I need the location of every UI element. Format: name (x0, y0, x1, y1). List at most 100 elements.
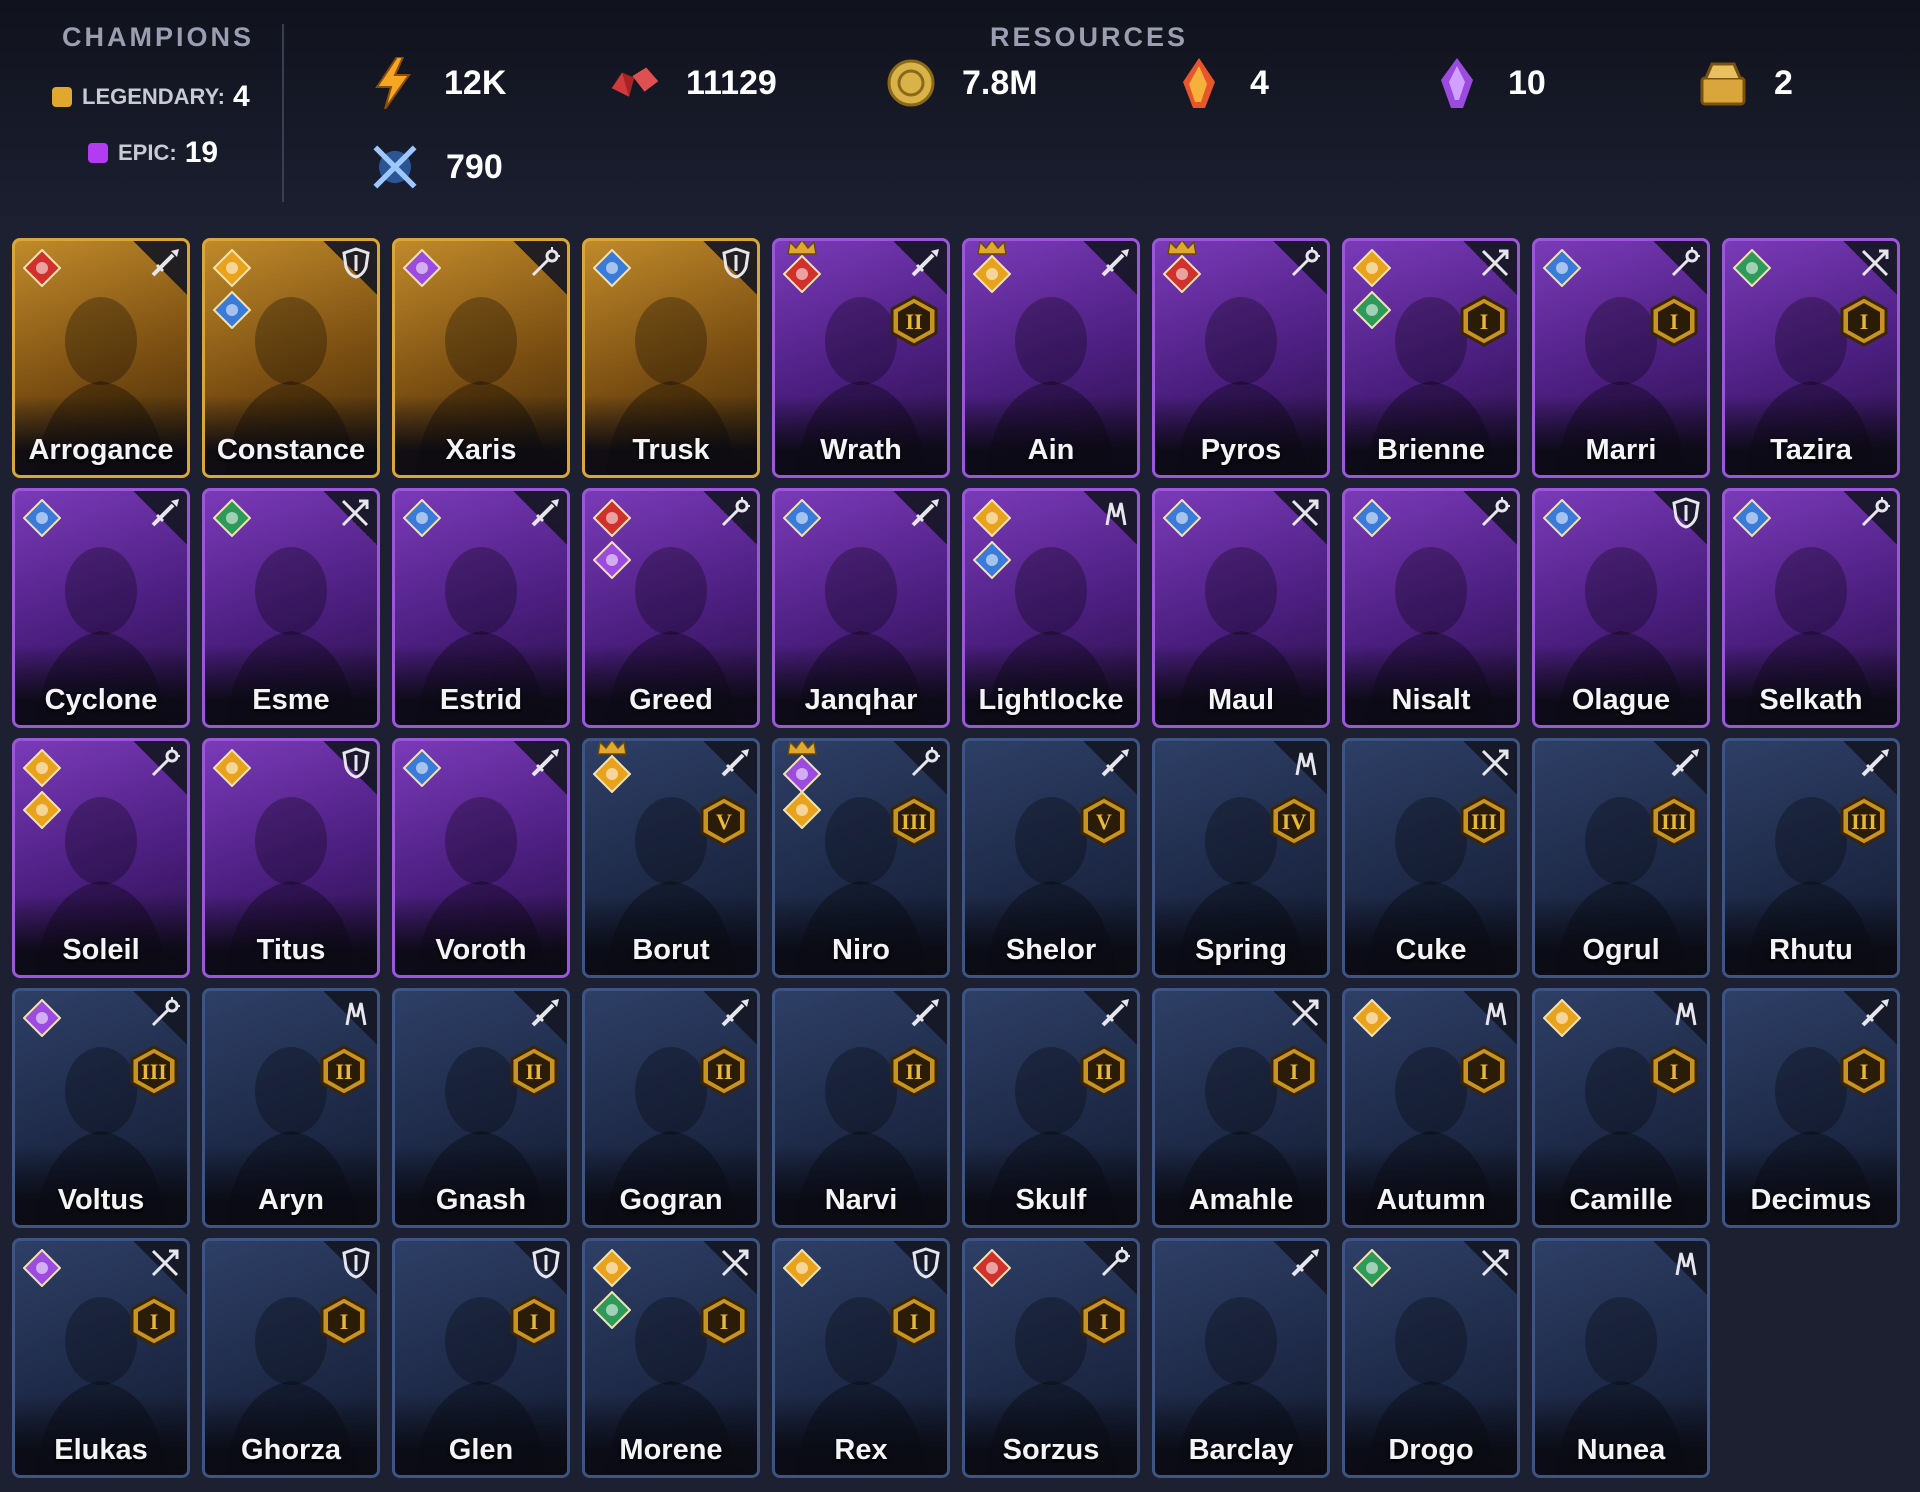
champion-card[interactable]: Trusk (582, 238, 760, 478)
champion-card[interactable]: Cyclone (12, 488, 190, 728)
epic-label: EPIC: (118, 140, 177, 165)
champion-card[interactable]: I Decimus (1722, 988, 1900, 1228)
arena-token-value: 790 (446, 147, 503, 186)
champion-card[interactable]: I Ghorza (202, 1238, 380, 1478)
champion-card[interactable]: Lightlocke (962, 488, 1140, 728)
champion-card[interactable]: Titus (202, 738, 380, 978)
champion-card[interactable]: Xaris (392, 238, 570, 478)
svg-text:I: I (1670, 1059, 1679, 1084)
champion-card[interactable]: Greed (582, 488, 760, 728)
champion-card[interactable]: III Niro (772, 738, 950, 978)
heal-role-icon (1653, 1241, 1707, 1295)
champion-card[interactable]: II Narvi (772, 988, 950, 1228)
attack-role-icon (703, 741, 757, 795)
champion-card[interactable]: III Cuke (1342, 738, 1520, 978)
champion-card[interactable]: Nunea (1532, 1238, 1710, 1478)
champion-card[interactable]: Constance (202, 238, 380, 478)
svg-text:III: III (901, 809, 927, 834)
champion-name: Autumn (1376, 1184, 1486, 1216)
champion-card[interactable]: I Rex (772, 1238, 950, 1478)
champion-name: Selkath (1759, 684, 1863, 716)
champion-name: Marri (1585, 434, 1657, 466)
ranged-role-icon (703, 1241, 757, 1295)
champion-card[interactable]: Voroth (392, 738, 570, 978)
champion-card[interactable]: III Voltus (12, 988, 190, 1228)
svg-text:I: I (720, 1309, 729, 1334)
champion-name: Borut (632, 934, 710, 966)
ranged-role-icon (1843, 241, 1897, 295)
champion-card[interactable]: V Borut (582, 738, 760, 978)
champion-card[interactable]: I Glen (392, 1238, 570, 1478)
champion-card[interactable]: II Aryn (202, 988, 380, 1228)
rank-badge-icon: I (699, 1295, 749, 1352)
magic-affinity-icon (1542, 498, 1582, 542)
champion-card[interactable]: I Brienne (1342, 238, 1520, 478)
champion-card[interactable]: I Autumn (1342, 988, 1520, 1228)
champion-card[interactable]: V Shelor (962, 738, 1140, 978)
defense-role-icon (323, 1241, 377, 1295)
magic-affinity-icon (592, 248, 632, 292)
defense-role-icon (1653, 491, 1707, 545)
champion-card[interactable]: I Tazira (1722, 238, 1900, 478)
magic-affinity-icon (22, 498, 62, 542)
champion-card[interactable]: II Wrath (772, 238, 950, 478)
svg-text:III: III (1471, 809, 1497, 834)
rank-badge-icon: II (509, 1045, 559, 1102)
svg-text:I: I (1290, 1059, 1299, 1084)
ranged-role-icon (1463, 1241, 1517, 1295)
magic-affinity-icon (782, 498, 822, 542)
champion-card[interactable]: Estrid (392, 488, 570, 728)
svg-text:II: II (905, 1059, 922, 1084)
champion-card[interactable]: Pyros (1152, 238, 1330, 478)
resource-arena-tokens: 790 (370, 142, 503, 192)
attack-role-icon (893, 241, 947, 295)
force-affinity-icon (1162, 254, 1202, 298)
champion-card[interactable]: III Ogrul (1532, 738, 1710, 978)
champion-card[interactable]: Selkath (1722, 488, 1900, 728)
champion-card[interactable]: Ain (962, 238, 1140, 478)
champion-card[interactable]: II Gogran (582, 988, 760, 1228)
support-role-icon (133, 991, 187, 1045)
champion-card[interactable]: Barclay (1152, 1238, 1330, 1478)
champion-card[interactable]: Drogo (1342, 1238, 1520, 1478)
champion-card[interactable]: II Skulf (962, 988, 1140, 1228)
magic-affinity-icon (212, 290, 252, 334)
ranged-role-icon (1463, 241, 1517, 295)
resources-title: RESOURCES (990, 22, 1189, 52)
champion-name: Camille (1569, 1184, 1673, 1216)
champion-card[interactable]: I Camille (1532, 988, 1710, 1228)
rank-badge-icon: I (1649, 1045, 1699, 1102)
champion-card[interactable]: Maul (1152, 488, 1330, 728)
champion-name: Ogrul (1582, 934, 1660, 966)
champion-card[interactable]: IV Spring (1152, 738, 1330, 978)
attack-role-icon (513, 991, 567, 1045)
magic-affinity-icon (402, 748, 442, 792)
spirit-affinity-icon (592, 754, 632, 798)
attack-role-icon (1273, 1241, 1327, 1295)
champion-card[interactable]: Janqhar (772, 488, 950, 728)
champion-card[interactable]: II Gnash (392, 988, 570, 1228)
champion-card[interactable]: Olague (1532, 488, 1710, 728)
header-bar: CHAMPIONS LEGENDARY: 4 EPIC: 19 RESOURCE… (0, 0, 1920, 222)
svg-text:I: I (150, 1309, 159, 1334)
champion-card[interactable]: Arrogance (12, 238, 190, 478)
champion-name: Tazira (1770, 434, 1852, 466)
rank-badge-icon: III (1459, 795, 1509, 852)
champion-card[interactable]: Soleil (12, 738, 190, 978)
magic-affinity-icon (1352, 498, 1392, 542)
rank-badge-icon: II (889, 1045, 939, 1102)
champion-card[interactable]: I Elukas (12, 1238, 190, 1478)
champion-card[interactable]: I Sorzus (962, 1238, 1140, 1478)
spirit-affinity-icon (212, 248, 252, 292)
champion-card[interactable]: I Marri (1532, 238, 1710, 478)
rank-badge-icon: I (1079, 1295, 1129, 1352)
champion-card[interactable]: III Rhutu (1722, 738, 1900, 978)
champion-card[interactable]: Esme (202, 488, 380, 728)
attack-role-icon (1083, 241, 1137, 295)
spirit-affinity-icon (782, 790, 822, 834)
ranged-role-icon (323, 491, 377, 545)
champion-card[interactable]: I Morene (582, 1238, 760, 1478)
heal-role-icon (1653, 991, 1707, 1045)
champion-card[interactable]: Nisalt (1342, 488, 1520, 728)
champion-card[interactable]: I Amahle (1152, 988, 1330, 1228)
